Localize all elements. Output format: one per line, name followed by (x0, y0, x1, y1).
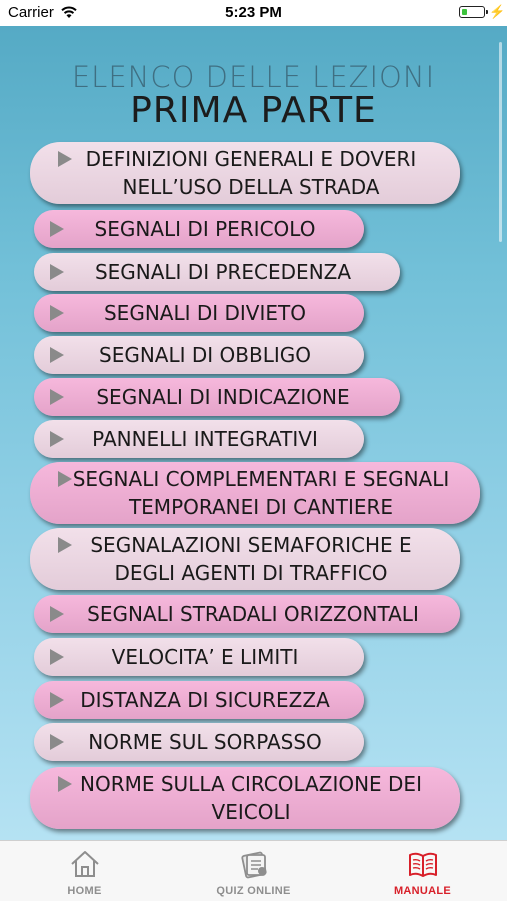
lesson-button[interactable]: VELOCITA’ E LIMITI (34, 638, 364, 676)
lesson-button[interactable]: SEGNALI COMPLEMENTARI E SEGNALI TEMPORAN… (30, 462, 480, 524)
lesson-button[interactable]: SEGNALI DI PERICOLO (34, 210, 364, 248)
lesson-label: SEGNALI DI INDICAZIONE (96, 385, 350, 409)
play-arrow-icon (50, 431, 64, 447)
lesson-button[interactable]: PANNELLI INTEGRATIVI (34, 420, 364, 458)
lesson-label: SEGNALI DI PRECEDENZA (94, 260, 352, 284)
tab-home[interactable]: HOME (0, 841, 169, 901)
play-arrow-icon (50, 264, 64, 280)
tab-bar: HOME QUIZ ONLINE MANUALE (0, 840, 507, 901)
home-icon (71, 851, 99, 877)
page-subtitle: ELENCO DELLE LEZIONI (71, 60, 436, 94)
tab-manuale-label: MANUALE (393, 885, 452, 897)
lesson-label: SEGNALAZIONI SEMAFORICHE E DEGLI AGENTI … (90, 533, 412, 585)
lesson-button[interactable]: DEFINIZIONI GENERALI E DOVERI NELL’USO D… (30, 142, 460, 204)
play-arrow-icon (58, 776, 72, 792)
lesson-button[interactable]: SEGNALI DI DIVIETO (34, 294, 364, 332)
play-arrow-icon (50, 389, 64, 405)
lesson-label: VELOCITA’ E LIMITI (111, 645, 299, 669)
lesson-label: NORME SUL SORPASSO (88, 730, 322, 754)
play-arrow-icon (58, 537, 72, 553)
lesson-button[interactable]: NORME SUL SORPASSO (34, 723, 364, 761)
play-arrow-icon (50, 221, 64, 237)
lesson-label: PANNELLI INTEGRATIVI (92, 427, 318, 451)
lesson-button[interactable]: NORME SULLA CIRCOLAZIONE DEI VEICOLI (30, 767, 460, 829)
lesson-label: DEFINIZIONI GENERALI E DOVERI NELL’USO D… (85, 147, 417, 199)
play-arrow-icon (50, 734, 64, 750)
lesson-button[interactable]: SEGNALI DI OBBLIGO (34, 336, 364, 374)
play-arrow-icon (50, 606, 64, 622)
tab-manuale[interactable]: MANUALE (338, 841, 507, 901)
lesson-label: SEGNALI DI OBBLIGO (99, 343, 311, 367)
lesson-button[interactable]: SEGNALI DI INDICAZIONE (34, 378, 400, 416)
lesson-button[interactable]: SEGNALI DI PRECEDENZA (34, 253, 400, 291)
lesson-button[interactable]: DISTANZA DI SICUREZZA (34, 681, 364, 719)
play-arrow-icon (58, 151, 72, 167)
lesson-label: NORME SULLA CIRCOLAZIONE DEI VEICOLI (80, 772, 422, 824)
book-icon (409, 852, 437, 877)
play-arrow-icon (50, 347, 64, 363)
tab-quiz-online-label: QUIZ ONLINE (216, 885, 291, 897)
tab-quiz-online[interactable]: QUIZ ONLINE (169, 841, 338, 901)
page-title: PRIMA PARTE (130, 90, 377, 131)
status-bar: Carrier 5:23 PM ⚡ (0, 0, 507, 26)
quiz-icon (241, 851, 267, 879)
lesson-label: SEGNALI DI DIVIETO (103, 301, 306, 325)
lesson-button[interactable]: SEGNALAZIONI SEMAFORICHE E DEGLI AGENTI … (30, 528, 460, 590)
lesson-label: SEGNALI COMPLEMENTARI E SEGNALI TEMPORAN… (72, 467, 450, 519)
play-arrow-icon (50, 305, 64, 321)
clock: 5:23 PM (225, 4, 282, 21)
play-arrow-icon (58, 471, 72, 487)
lesson-button[interactable]: SEGNALI STRADALI ORIZZONTALI (34, 595, 460, 633)
lesson-label: DISTANZA DI SICUREZZA (80, 688, 330, 712)
lesson-label: SEGNALI STRADALI ORIZZONTALI (87, 602, 419, 626)
play-arrow-icon (50, 692, 64, 708)
tab-home-label: HOME (67, 885, 102, 897)
battery-icon (459, 6, 488, 18)
play-arrow-icon (50, 649, 64, 665)
charging-icon: ⚡ (489, 4, 506, 19)
lesson-label: SEGNALI DI PERICOLO (94, 217, 316, 241)
lesson-list-screen[interactable]: ELENCO DELLE LEZIONI PRIMA PARTE DEFINIZ… (0, 26, 507, 840)
